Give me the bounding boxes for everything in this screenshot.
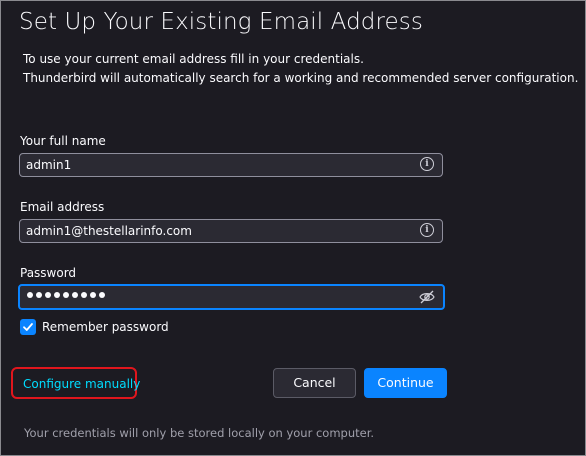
- description-line-1: To use your current email address fill i…: [23, 52, 364, 66]
- email-field-box: i: [19, 219, 443, 243]
- full-name-field-box: i: [19, 153, 443, 177]
- info-icon[interactable]: i: [420, 157, 434, 171]
- configure-manually-highlight: Configure manually: [11, 367, 140, 399]
- full-name-input[interactable]: [26, 154, 406, 176]
- continue-button[interactable]: Continue: [364, 368, 447, 398]
- password-dot: [36, 292, 42, 298]
- password-label: Password: [20, 266, 77, 280]
- cancel-button[interactable]: Cancel: [273, 368, 356, 398]
- email-input[interactable]: [26, 220, 406, 242]
- password-dot: [27, 292, 33, 298]
- password-dot: [72, 292, 78, 298]
- password-field[interactable]: [18, 284, 445, 310]
- page-title: Set Up Your Existing Email Address: [19, 9, 423, 35]
- account-setup-dialog: Set Up Your Existing Email Address To us…: [0, 0, 586, 456]
- password-dot: [90, 292, 96, 298]
- remember-password-label[interactable]: Remember password: [42, 320, 169, 334]
- password-dot: [99, 292, 105, 298]
- password-input-masked[interactable]: [27, 292, 105, 298]
- description-line-2: Thunderbird will automatically search fo…: [23, 71, 579, 85]
- info-icon[interactable]: i: [420, 223, 434, 237]
- remember-password-checkbox[interactable]: [20, 319, 36, 335]
- footer-note: Your credentials will only be stored loc…: [24, 426, 375, 440]
- password-dot: [81, 292, 87, 298]
- checkmark-icon: [23, 323, 33, 331]
- email-label: Email address: [20, 200, 105, 214]
- full-name-label: Your full name: [20, 134, 106, 148]
- password-dot: [45, 292, 51, 298]
- configure-manually-link[interactable]: Configure manually: [23, 377, 140, 391]
- eye-slash-icon[interactable]: [419, 290, 435, 304]
- password-dot: [63, 292, 69, 298]
- password-dot: [54, 292, 60, 298]
